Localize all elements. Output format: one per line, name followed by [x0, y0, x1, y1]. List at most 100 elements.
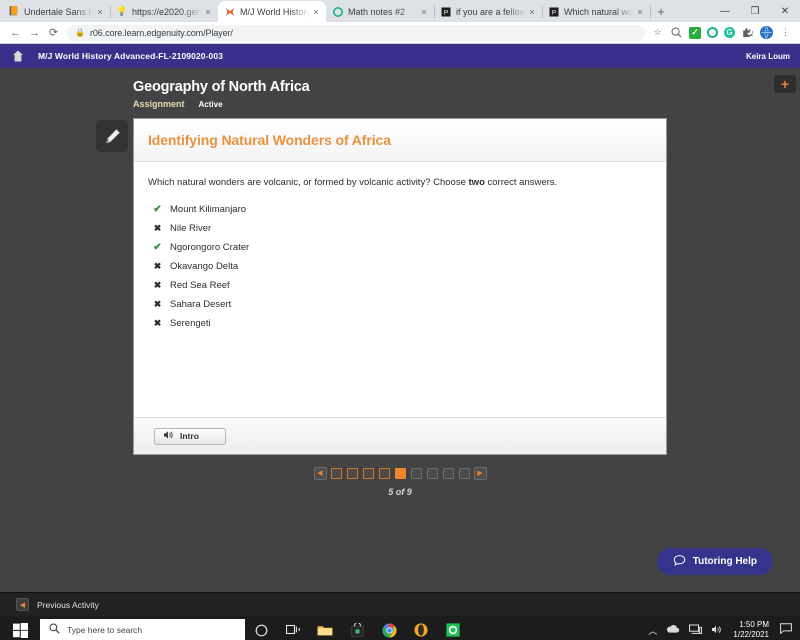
browser-tab[interactable]: 📙 Undertale Sans Hoo × — [2, 1, 111, 22]
address-bar-text: r06.core.learn.edgenuity.com/Player/ — [89, 27, 233, 38]
status-badge: Active — [198, 100, 223, 109]
close-icon[interactable]: × — [526, 7, 538, 17]
taskbar-pinned-apps — [245, 616, 469, 640]
three-dot-menu-icon[interactable]: ⋮ — [779, 26, 792, 39]
grammarly-extension-icon[interactable]: G — [724, 27, 735, 38]
course-title: M/J World History Advanced-FL-2109020-00… — [38, 51, 224, 61]
show-hidden-icons-icon[interactable]: ︿ — [648, 624, 657, 637]
list-item[interactable]: ✔ Mount Kilimanjaro — [148, 200, 652, 219]
file-explorer-icon[interactable] — [309, 616, 341, 640]
address-bar[interactable]: 🔒 r06.core.learn.edgenuity.com/Player/ — [67, 24, 645, 41]
answer-choice-label: Nile River — [170, 223, 212, 235]
pagination-dot-1[interactable] — [330, 468, 342, 479]
bulb-icon: 💡 — [116, 6, 128, 16]
browser-tab-label: Undertale Sans Hoo — [24, 6, 94, 17]
cross-icon: ✖ — [153, 299, 162, 310]
add-button[interactable]: + — [774, 75, 796, 93]
minimize-icon[interactable]: — — [710, 0, 740, 22]
puzzle-extension-icon[interactable] — [741, 26, 754, 39]
cross-icon: ✖ — [153, 223, 162, 234]
list-item[interactable]: ✖ Sahara Desert — [148, 295, 652, 314]
list-item[interactable]: ✖ Serengeti — [148, 314, 652, 333]
volume-icon[interactable] — [711, 624, 724, 637]
action-center-icon[interactable] — [780, 623, 792, 637]
browser-tab[interactable]: Math notes #2 × — [326, 1, 435, 22]
browser-tab-label: Which natural wond — [564, 6, 634, 17]
windows-taskbar: Type here to search ︿ 1:50 PM 1/22/2021 — [0, 616, 800, 640]
home-icon[interactable] — [10, 48, 26, 64]
question-card-title: Identifying Natural Wonders of Africa — [148, 132, 391, 148]
taskbar-clock[interactable]: 1:50 PM 1/22/2021 — [733, 620, 771, 640]
star-icon[interactable]: ☆ — [651, 26, 664, 39]
pagination-controls: ◀ ▶ — [313, 467, 487, 480]
lens-icon[interactable] — [670, 26, 683, 39]
user-name[interactable]: Keira Loum — [746, 52, 790, 61]
pagination-prev-button[interactable]: ◀ — [313, 467, 327, 480]
list-item[interactable]: ✔ Ngorongoro Crater — [148, 238, 652, 257]
clock-date: 1/22/2021 — [733, 630, 769, 639]
back-icon[interactable]: ← — [6, 23, 25, 42]
list-item[interactable]: ✖ Red Sea Reef — [148, 276, 652, 295]
intro-audio-label: Intro — [180, 431, 199, 441]
close-icon[interactable]: × — [634, 7, 646, 17]
close-icon[interactable]: × — [418, 7, 430, 17]
cross-icon: ✖ — [153, 261, 162, 272]
pencil-icon[interactable] — [96, 120, 128, 152]
task-view-icon[interactable] — [277, 616, 309, 640]
page-title: Geography of North Africa — [133, 79, 310, 95]
windows-start-icon[interactable] — [0, 616, 40, 640]
speaker-icon — [163, 430, 174, 442]
pagination-next-button[interactable]: ▶ — [473, 467, 487, 480]
system-tray: ︿ 1:50 PM 1/22/2021 — [648, 620, 800, 640]
pagination-dot-8[interactable] — [442, 468, 454, 479]
green-app-icon[interactable] — [437, 616, 469, 640]
edgenuity-icon — [225, 7, 235, 17]
doc-icon: P — [441, 7, 451, 17]
svg-text:P: P — [552, 9, 556, 16]
chat-bubble-icon — [673, 554, 686, 570]
lesson-header: Geography of North Africa Assignment Act… — [0, 68, 800, 109]
microsoft-store-icon[interactable] — [341, 616, 373, 640]
window-close-icon[interactable]: ✕ — [770, 0, 800, 22]
tutoring-help-button[interactable]: Tutoring Help — [656, 548, 773, 575]
pagination-dot-5-current[interactable] — [394, 468, 406, 479]
left-arrow-icon[interactable]: ◀ — [16, 598, 29, 611]
search-icon — [49, 623, 60, 637]
previous-activity-label: Previous Activity — [37, 599, 99, 610]
question-suffix: correct answers. — [484, 177, 558, 188]
maximize-icon[interactable]: ❐ — [740, 0, 770, 22]
pagination-dot-6[interactable] — [410, 468, 422, 479]
profile-avatar-icon[interactable] — [760, 26, 773, 39]
list-item[interactable]: ✖ Nile River — [148, 219, 652, 238]
pagination-dot-3[interactable] — [362, 468, 374, 479]
book-icon: 📙 — [8, 6, 20, 16]
tab-separator — [650, 6, 651, 18]
intro-audio-button[interactable]: Intro — [154, 427, 226, 445]
previous-activity-bar[interactable]: ◀ Previous Activity — [0, 592, 800, 616]
pagination-dot-9[interactable] — [458, 468, 470, 479]
onedrive-icon[interactable] — [666, 624, 680, 636]
browser-tab-active[interactable]: M/J World History A × — [218, 1, 326, 22]
opera-icon[interactable] — [405, 616, 437, 640]
pagination-dot-4[interactable] — [378, 468, 390, 479]
browser-tab[interactable]: P if you are a fellow un × — [434, 1, 543, 22]
list-item[interactable]: ✖ Okavango Delta — [148, 257, 652, 276]
browser-tab-strip: 📙 Undertale Sans Hoo × 💡 https://e2020.g… — [0, 0, 800, 22]
close-icon[interactable]: × — [94, 7, 106, 17]
cortana-icon[interactable] — [245, 616, 277, 640]
search-input[interactable]: Type here to search — [40, 619, 245, 640]
opera-extension-icon[interactable] — [707, 27, 718, 38]
new-tab-button[interactable]: + — [650, 1, 672, 22]
reload-icon[interactable]: ⟳ — [44, 23, 63, 42]
checkbox-extension-icon[interactable]: ✓ — [689, 26, 701, 39]
close-icon[interactable]: × — [202, 7, 214, 17]
chrome-icon[interactable] — [373, 616, 405, 640]
pagination-dot-2[interactable] — [346, 468, 358, 479]
browser-tab[interactable]: P Which natural wond × — [542, 1, 651, 22]
network-icon[interactable] — [689, 624, 703, 637]
forward-icon[interactable]: → — [25, 23, 44, 42]
browser-tab[interactable]: 💡 https://e2020.geniu × — [110, 1, 219, 22]
close-icon[interactable]: × — [310, 7, 322, 17]
svg-text:P: P — [444, 9, 448, 16]
pagination-dot-7[interactable] — [426, 468, 438, 479]
